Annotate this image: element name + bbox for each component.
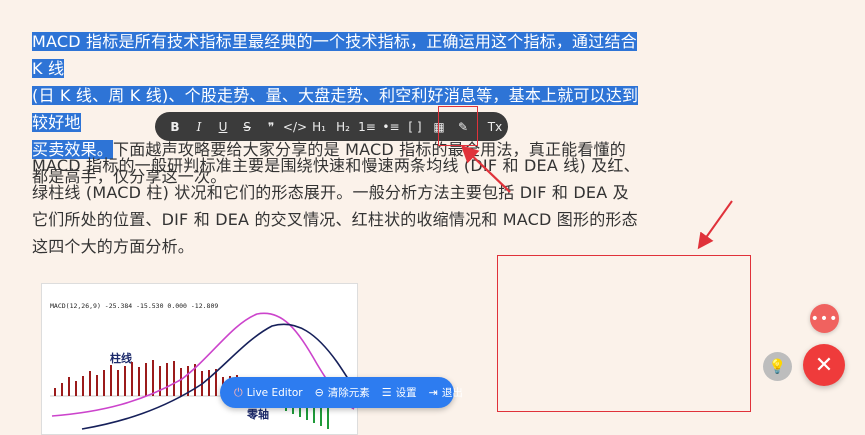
live-editor-bar: ⏻ Live Editor ⊖ 清除元素 ☰ 设置 ⇥ 退出: [220, 377, 463, 408]
bold-button[interactable]: B: [165, 116, 185, 138]
histogram-bar: [82, 376, 84, 396]
clear-elements-button[interactable]: ⊖ 清除元素: [315, 385, 370, 400]
histogram-bar: [173, 361, 175, 396]
clear-format-button[interactable]: Tx: [485, 116, 505, 138]
settings-label: 设置: [395, 387, 417, 399]
close-icon: ✕: [814, 352, 834, 378]
bullet-list-button[interactable]: •≡: [381, 116, 401, 138]
close-fab-button[interactable]: ✕: [803, 344, 845, 386]
exit-icon: ⇥: [428, 386, 438, 399]
more-options-button[interactable]: •••: [810, 304, 839, 333]
histogram-bar: [152, 360, 154, 396]
histogram-bar: [124, 366, 126, 396]
histogram-bar: [110, 365, 112, 396]
italic-button[interactable]: I: [189, 116, 209, 138]
heading-1-button[interactable]: H₁: [309, 116, 329, 138]
live-editor-label: Live Editor: [246, 386, 303, 399]
histogram-bar: [208, 370, 210, 396]
histogram-bar: [96, 375, 98, 396]
minus-circle-icon: ⊖: [314, 386, 324, 399]
macd-chart-image: MACD(12,26,9) -25.384 -15.530 0.000 -12.…: [41, 283, 358, 435]
histogram-bar: [89, 371, 91, 396]
histogram-bar: [145, 363, 147, 396]
inline-code-button[interactable]: </>: [283, 116, 307, 138]
ordered-list-button[interactable]: 1≡: [357, 116, 377, 138]
exit-button[interactable]: ⇥ 退出: [429, 385, 463, 400]
clear-label: 清除元素: [327, 387, 370, 399]
annotation-box-empty: [497, 255, 751, 412]
selected-text[interactable]: MACD 指标是所有技术指标里最经典的一个技术指标，正确运用这个指标，通过结合 …: [32, 32, 637, 78]
exit-label: 退出: [441, 387, 463, 399]
underline-button[interactable]: U: [213, 116, 233, 138]
settings-button[interactable]: ☰ 设置: [382, 385, 417, 400]
annotation-arrow-2: [697, 200, 733, 250]
annotation-box-highlight: [438, 106, 478, 146]
histogram-bar: [75, 381, 77, 396]
histogram-bar: [54, 388, 56, 396]
histogram-bar: [166, 363, 168, 396]
live-editor-toggle[interactable]: ⏻ Live Editor: [234, 386, 303, 400]
histogram-bar: [117, 370, 119, 396]
histogram-bar: [131, 362, 133, 396]
tips-button[interactable]: 💡: [763, 352, 792, 381]
strikethrough-button[interactable]: S: [237, 116, 257, 138]
histogram-bar: [138, 367, 140, 396]
lightbulb-icon: 💡: [768, 358, 787, 375]
power-icon: ⏻: [234, 385, 243, 399]
histogram-bar: [61, 383, 63, 396]
histogram-bar: [180, 368, 182, 396]
macd-chart-graphic: [50, 312, 355, 430]
code-block-button[interactable]: [ ]: [405, 116, 425, 138]
dots-icon: •••: [810, 310, 839, 327]
article-paragraph-2: MACD 指标的一般研判标准主要是围绕快速和慢速两条均线 (DIF 和 DEA …: [32, 156, 640, 256]
sliders-icon: ☰: [381, 386, 392, 399]
histogram-bar: [103, 370, 105, 396]
histogram-bar: [68, 377, 70, 396]
heading-2-button[interactable]: H₂: [333, 116, 353, 138]
quote-button[interactable]: ❞: [261, 116, 281, 138]
